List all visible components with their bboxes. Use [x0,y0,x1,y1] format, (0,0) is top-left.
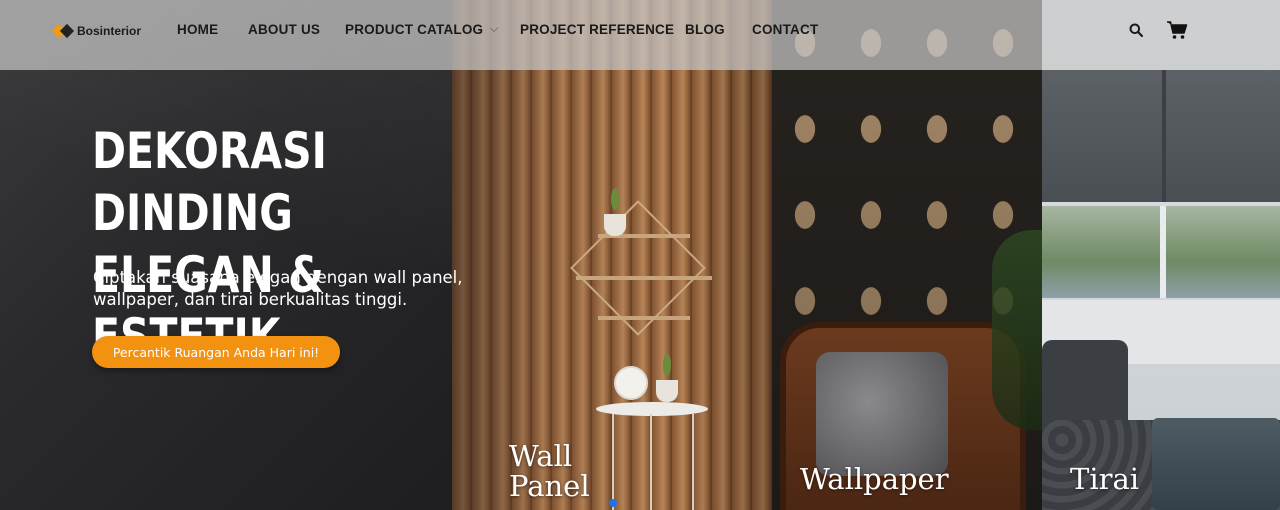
category-label-wall-panel[interactable]: Wall Panel [509,441,590,501]
nav-label: HOME [177,22,219,37]
fern-plant [992,230,1042,430]
nav-label: CONTACT [752,22,819,37]
nav-contact[interactable]: CONTACT [752,22,818,37]
logo-icon [51,23,75,39]
nav-label: ABOUT US [248,22,321,37]
slider-dot-active[interactable] [609,499,617,507]
hero-subtitle: Ciptakan suasana elegan dengan wall pane… [93,267,533,311]
wall-panel-image[interactable] [452,0,772,510]
nav-project-reference[interactable]: PROJECT REFERENCE [520,22,674,37]
plant-leaf [611,188,619,210]
category-label-tirai[interactable]: Tirai [1070,464,1139,494]
cushion [816,352,948,476]
potted-plant [656,380,678,402]
alarm-clock [614,366,648,400]
chevron-down-icon [490,23,499,32]
cta-button[interactable]: Percantik Ruangan Anda Hari ini! [92,336,340,368]
logo[interactable]: Bosinterior [51,23,142,39]
ottoman [1152,418,1280,510]
hero-banner: Wall Panel Wallpaper Tirai DEKORASI DIND… [0,0,1280,510]
search-icon[interactable] [1129,23,1143,37]
hero-subtitle-line: wallpaper, dan tirai berkualitas tinggi. [93,290,408,309]
category-label-line: Wall [509,439,573,473]
table-leg [692,414,694,510]
wallpaper-image[interactable] [772,0,1042,510]
category-label-wallpaper[interactable]: Wallpaper [800,464,949,494]
potted-plant [604,214,626,236]
nav-about-us[interactable]: ABOUT US [248,22,320,37]
nav-product-catalog[interactable]: PRODUCT CATALOG [345,22,499,37]
table-leg [650,414,652,510]
cart-icon[interactable] [1166,20,1188,40]
roller-blind [1042,70,1280,202]
hero-title: DEKORASI DINDING ELEGAN & ESTETIK [92,120,469,368]
nav-label: PROJECT REFERENCE [520,22,675,37]
nav-label: BLOG [685,22,725,37]
hero-title-line: DEKORASI DINDING [92,122,327,242]
nav-home[interactable]: HOME [177,22,218,37]
nav-blog[interactable]: BLOG [685,22,725,37]
table-leg [612,414,614,510]
window-view [1042,206,1280,298]
tirai-image[interactable] [1042,0,1280,510]
site-header: Bosinterior HOME ABOUT US PRODUCT CATALO… [0,0,1280,70]
logo-text: Bosinterior [77,24,142,38]
hero-subtitle-line: Ciptakan suasana elegan dengan wall pane… [93,268,463,287]
plant-leaf [663,354,671,376]
nav-label: PRODUCT CATALOG [345,22,484,37]
category-label-line: Panel [509,469,590,503]
